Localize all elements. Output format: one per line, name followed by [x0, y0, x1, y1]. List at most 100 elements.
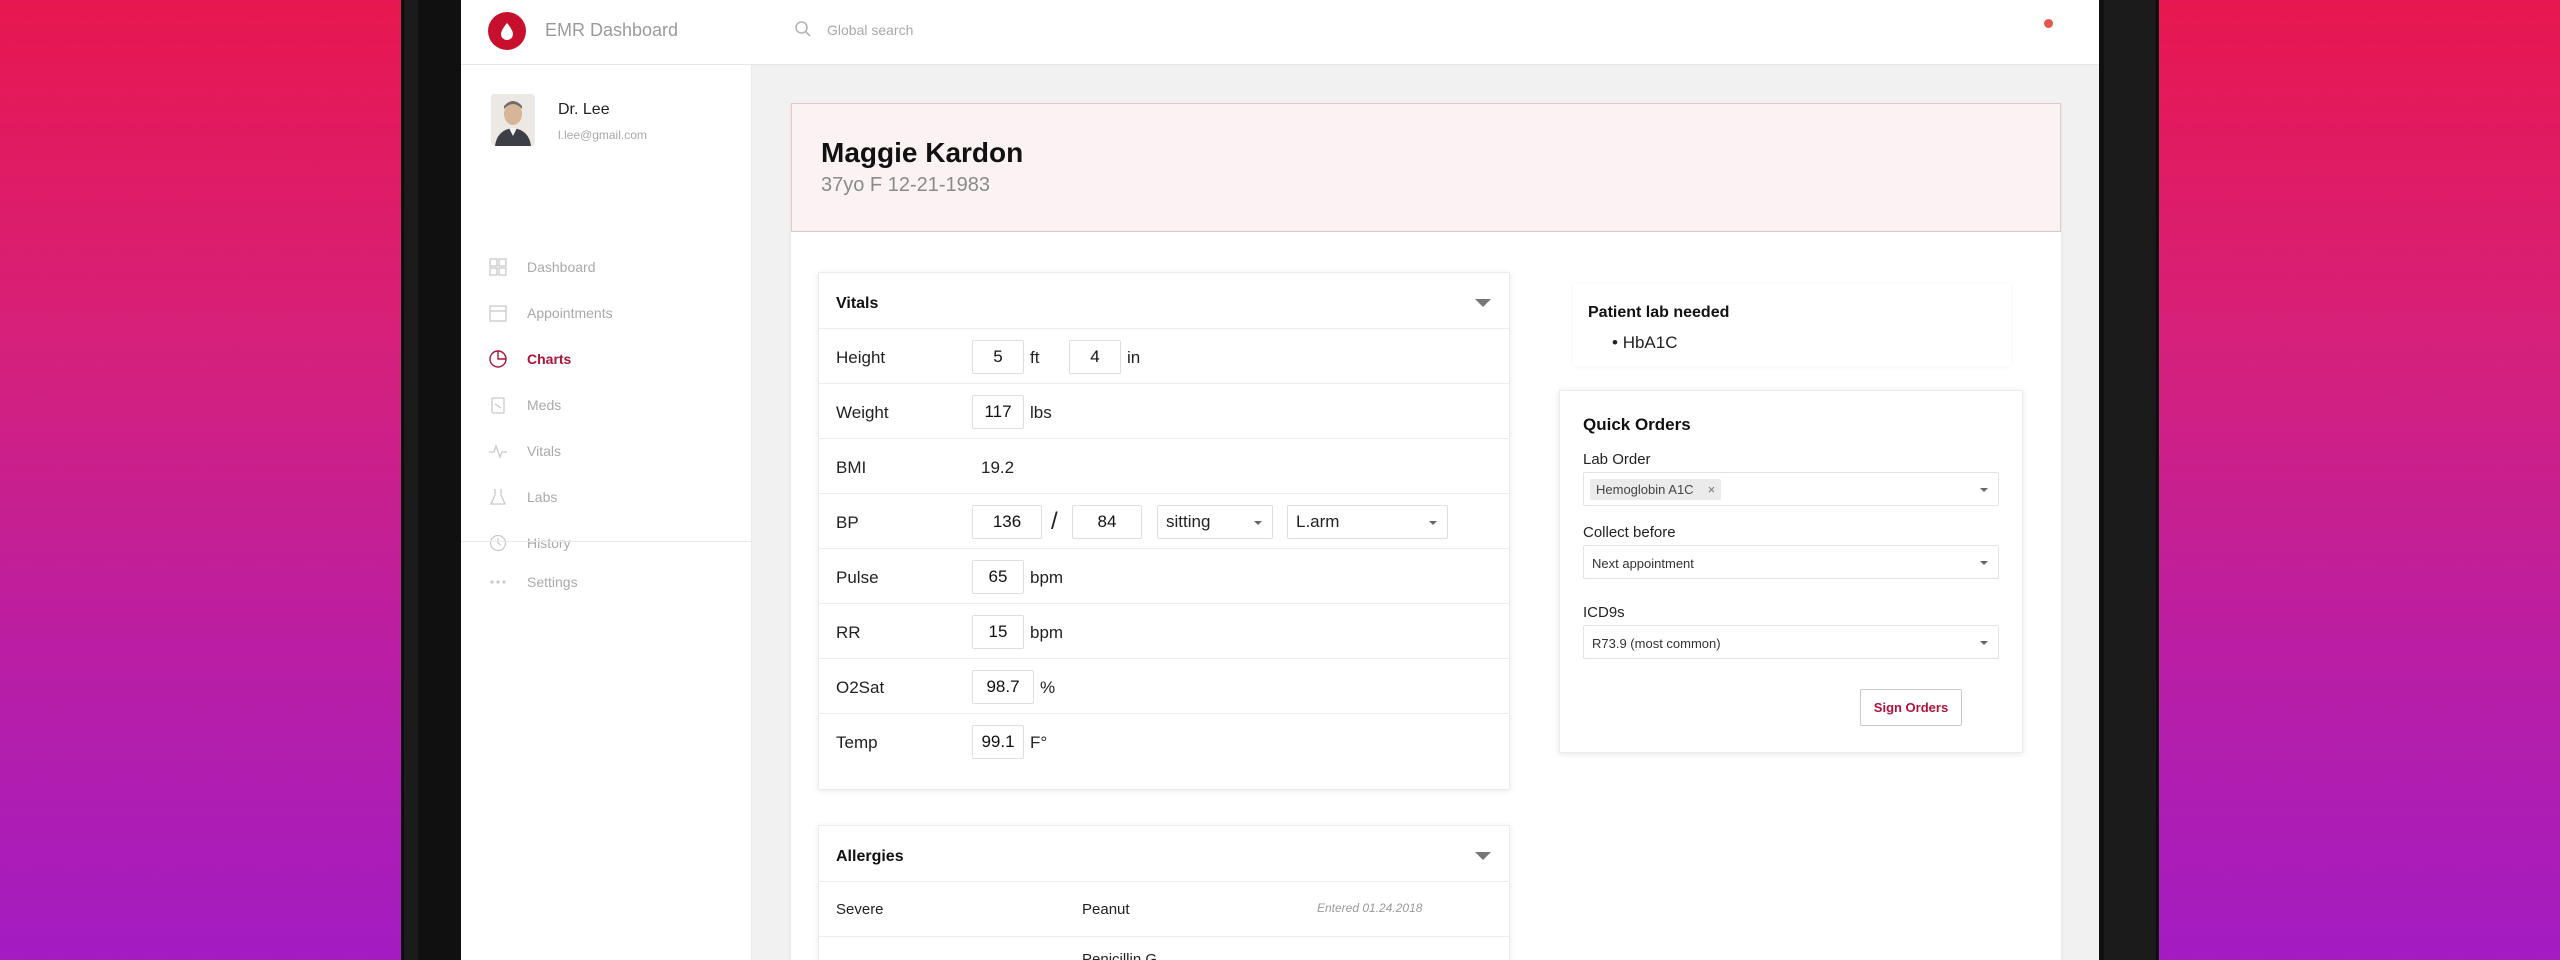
select-value: sitting — [1166, 512, 1211, 531]
unit-label: % — [1040, 678, 1056, 697]
sidebar-item-meds[interactable]: Meds — [487, 393, 561, 417]
bp-diastolic-input[interactable]: 84 — [1072, 505, 1142, 539]
avatar[interactable] — [491, 94, 535, 146]
unit-label: in — [1127, 348, 1141, 367]
patient-header: Maggie Kardon 37yo F 12-21-1983 — [791, 103, 2061, 232]
sidebar-item-label: Meds — [527, 397, 562, 413]
lab-order-tag: Hemoglobin A1C × — [1590, 479, 1722, 500]
height-feet-input[interactable]: 5 — [972, 340, 1024, 374]
chevron-down-icon — [1254, 521, 1262, 525]
sidebar-divider — [461, 541, 752, 542]
bp-systolic-input[interactable]: 136 — [972, 505, 1042, 539]
allergy-entered-date: Entered 01.24.2018 — [1317, 901, 1423, 915]
patient-name: Maggie Kardon — [821, 137, 1024, 168]
vital-label: RR — [836, 623, 861, 642]
unit-label: ft — [1030, 348, 1040, 367]
sidebar-item-history[interactable]: History — [487, 531, 571, 555]
allergy-allergen: Penicillin G — [1082, 951, 1158, 960]
vitals-row-pulse: Pulse 65 bpm — [819, 548, 1509, 603]
user-name: Dr. Lee — [558, 101, 610, 118]
select-value: Next appointment — [1592, 556, 1694, 571]
bp-separator: / — [1051, 508, 1058, 535]
temp-input[interactable]: 99.1 — [972, 725, 1024, 759]
sidebar-item-vitals[interactable]: Vitals — [487, 439, 561, 463]
chevron-down-icon — [1980, 641, 1988, 645]
weight-input[interactable]: 117 — [972, 395, 1024, 429]
sidebar-item-label: Dashboard — [527, 259, 596, 275]
rr-input[interactable]: 15 — [972, 615, 1024, 649]
vital-label: Weight — [836, 403, 889, 422]
height-inches-input[interactable]: 4 — [1069, 340, 1121, 374]
vitals-row-bp: BP 136 / 84 sitting L.arm — [819, 493, 1509, 548]
allergy-severity: Severe — [836, 901, 884, 918]
collapse-caret-icon[interactable] — [1475, 299, 1491, 307]
lab-needed-title: Patient lab needed — [1588, 304, 1730, 321]
vitals-row-weight: Weight 117 lbs — [819, 383, 1509, 438]
patient-lab-needed-panel: Patient lab needed • HbA1C — [1573, 284, 2011, 366]
vitals-row-bmi: BMI 19.2 — [819, 438, 1509, 493]
sidebar-item-label: Appointments — [527, 305, 613, 321]
remove-tag-icon[interactable]: × — [1708, 482, 1716, 497]
bp-position-select[interactable]: sitting — [1157, 505, 1273, 539]
sidebar-item-label: History — [527, 535, 571, 551]
search-icon[interactable] — [794, 20, 812, 43]
user-email: l.lee@gmail.com — [558, 128, 647, 142]
notification-dot[interactable] — [2044, 19, 2053, 28]
collect-before-select[interactable]: Next appointment — [1583, 545, 1999, 579]
sidebar-item-label: Settings — [527, 574, 578, 590]
collapse-caret-icon[interactable] — [1475, 852, 1491, 860]
vital-label: BP — [836, 513, 859, 532]
sidebar-item-appointments[interactable]: Appointments — [487, 301, 613, 325]
select-value: L.arm — [1296, 512, 1340, 531]
calendar-icon — [487, 302, 509, 324]
sidebar-item-labs[interactable]: Labs — [487, 485, 557, 509]
icd9s-select[interactable]: R73.9 (most common) — [1583, 625, 1999, 659]
app-title: EMR Dashboard — [545, 20, 679, 40]
sidebar-item-label: Vitals — [527, 443, 561, 459]
sidebar: Dr. Lee l.lee@gmail.com Dashboard Appoin… — [461, 65, 752, 960]
chevron-down-icon — [1980, 488, 1988, 492]
patient-demographics: 37yo F 12-21-1983 — [821, 174, 991, 196]
vital-label: Pulse — [836, 568, 879, 587]
pulse-input[interactable]: 65 — [972, 560, 1024, 594]
allergies-title: Allergies — [836, 848, 904, 865]
vital-label: O2Sat — [836, 678, 885, 697]
more-dots-icon — [487, 571, 509, 593]
o2sat-input[interactable]: 98.7 — [972, 670, 1034, 704]
unit-label: F° — [1030, 733, 1048, 752]
vital-label: BMI — [836, 458, 867, 477]
sidebar-item-settings[interactable]: Settings — [487, 570, 578, 594]
unit-label: lbs — [1030, 403, 1052, 422]
blood-drop-logo-icon[interactable] — [488, 12, 526, 50]
vitals-row-height: Height 5 ft 4 in — [819, 328, 1509, 383]
lab-order-select[interactable]: Hemoglobin A1C × — [1583, 472, 1999, 506]
bmi-value: 19.2 — [981, 458, 1015, 477]
sidebar-item-dashboard[interactable]: Dashboard — [487, 255, 596, 279]
sidebar-item-charts[interactable]: Charts — [487, 347, 571, 371]
vitals-row-rr: RR 15 bpm — [819, 603, 1509, 658]
allergies-card: Allergies Severe Peanut Entered 01.24.20… — [818, 825, 1510, 960]
app-screen: EMR Dashboard Dr. Lee l.lee@gmail.com — [461, 0, 2099, 960]
unit-label: bpm — [1030, 623, 1064, 642]
allergy-row[interactable]: Severe Peanut Entered 01.24.2018 — [819, 881, 1509, 936]
collect-before-label: Collect before — [1583, 524, 1676, 541]
pill-bottle-icon — [487, 394, 509, 416]
chevron-down-icon — [1980, 561, 1988, 565]
select-value: R73.9 (most common) — [1592, 636, 1721, 651]
sign-orders-button[interactable]: Sign Orders — [1860, 689, 1962, 726]
vitals-card: Vitals Height 5 ft 4 in Weight 117 lbs B… — [818, 272, 1510, 790]
lab-order-label: Lab Order — [1583, 451, 1651, 468]
sidebar-item-label: Labs — [527, 489, 558, 505]
global-search-input[interactable] — [827, 20, 1227, 40]
unit-label: bpm — [1030, 568, 1064, 587]
vitals-row-o2sat: O2Sat 98.7 % — [819, 658, 1509, 713]
bp-site-select[interactable]: L.arm — [1287, 505, 1448, 539]
top-bar: EMR Dashboard — [461, 0, 2099, 65]
bullet-icon: • — [1612, 333, 1623, 352]
pulse-icon — [487, 440, 509, 462]
quick-orders-panel: Quick Orders Lab Order Hemoglobin A1C × C… — [1559, 390, 2023, 753]
lab-needed-item[interactable]: • HbA1C — [1612, 333, 1678, 353]
allergy-row[interactable]: Penicillin G — [819, 936, 1509, 960]
vitals-title: Vitals — [836, 295, 879, 312]
sidebar-item-label: Charts — [527, 351, 572, 367]
